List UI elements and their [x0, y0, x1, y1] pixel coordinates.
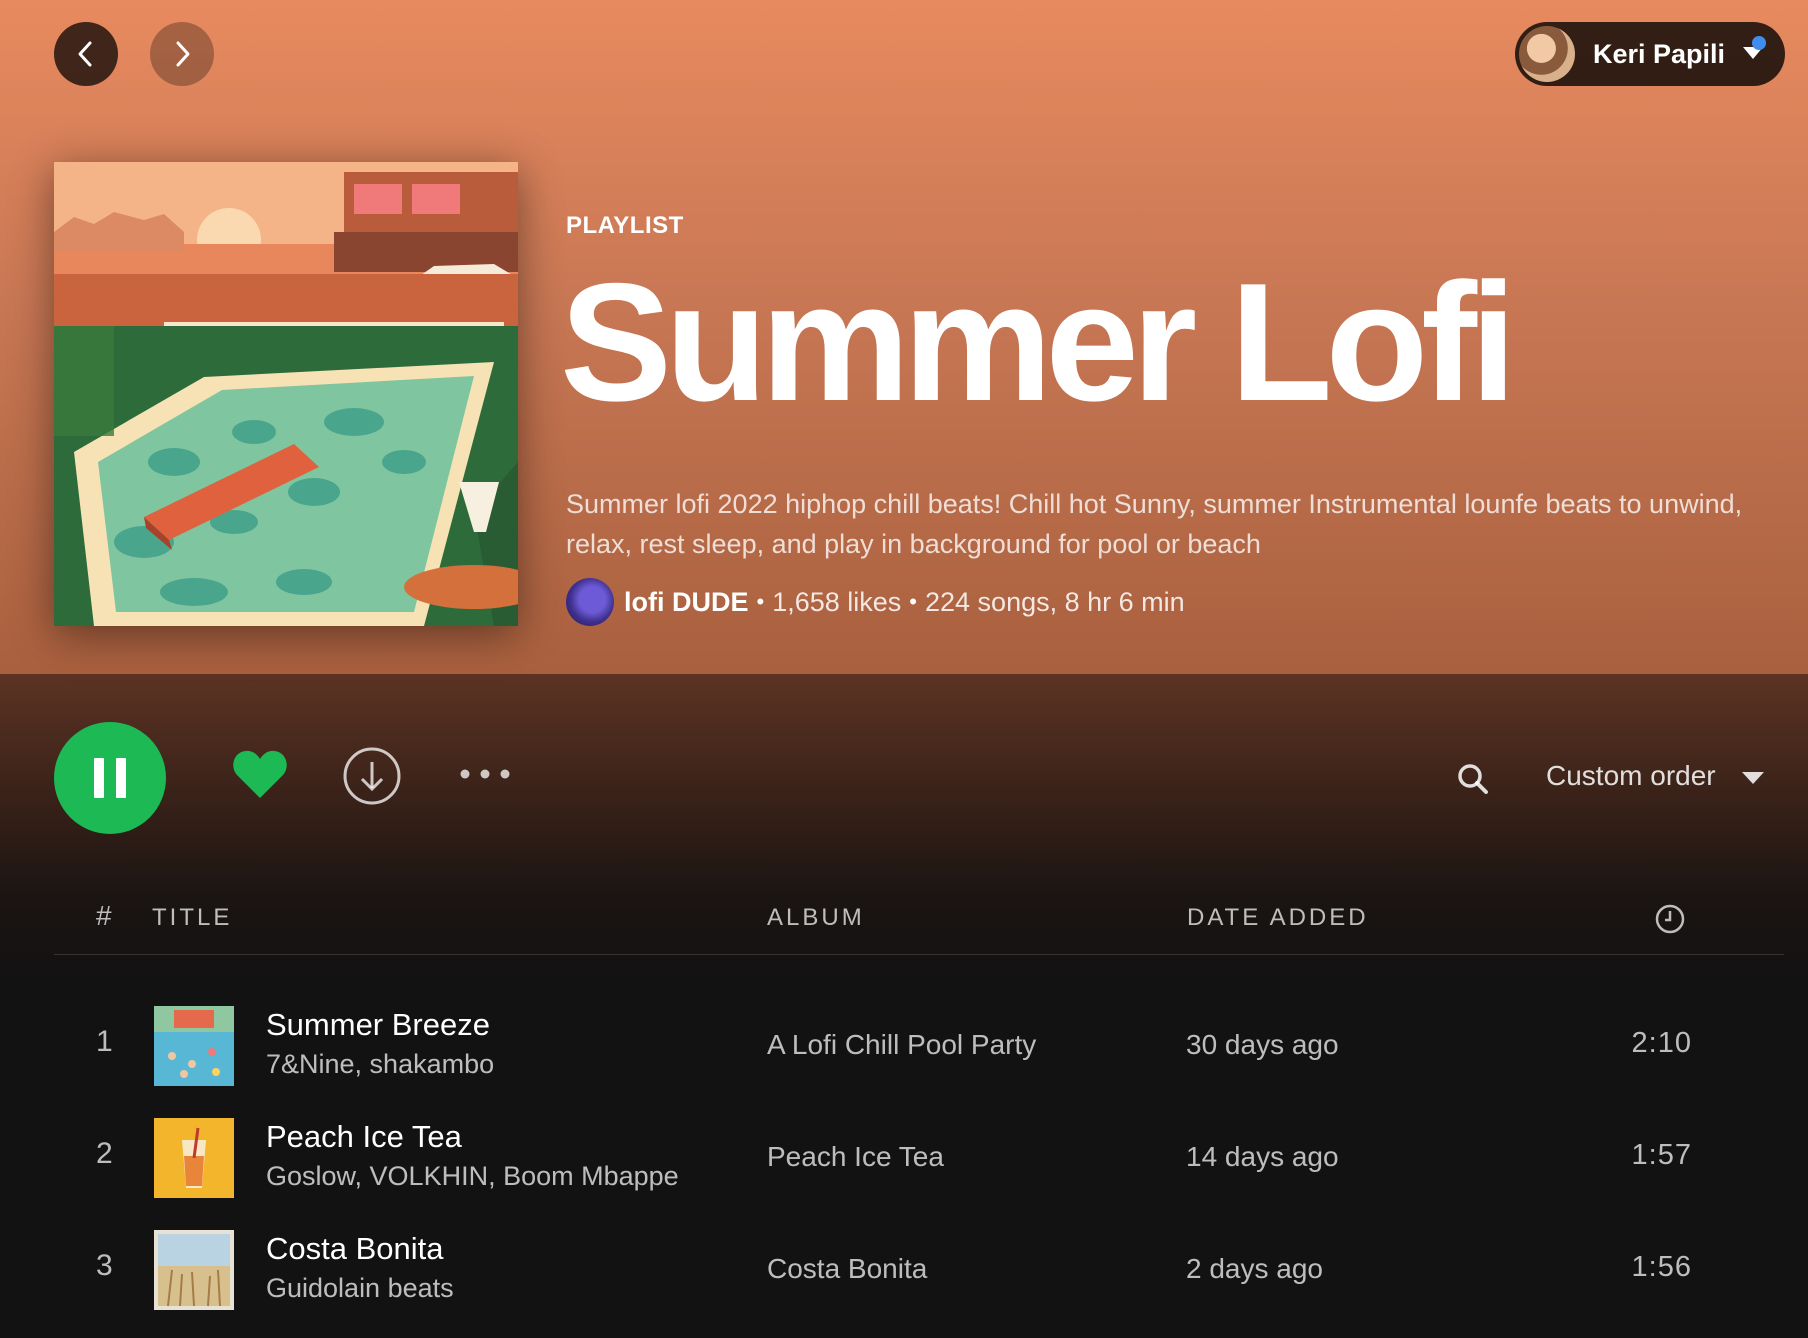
- track-duration: 1:57: [1631, 1139, 1692, 1171]
- table-row[interactable]: 1 Summer Breeze 7&Nine, shakambo A Lofi …: [54, 1001, 1784, 1091]
- notification-dot: [1752, 36, 1766, 50]
- playlist-meta: lofi DUDE • 1,658 likes • 224 songs, 8 h…: [566, 578, 1185, 626]
- column-header-title[interactable]: TITLE: [152, 904, 232, 932]
- download-icon[interactable]: [342, 746, 402, 806]
- playlist-cover-image: [54, 162, 518, 626]
- playlist-description: Summer lofi 2022 hiphop chill beats! Chi…: [566, 489, 1743, 559]
- likes-count: 1,658 likes: [772, 586, 902, 617]
- track-title[interactable]: Costa Bonita: [266, 1231, 444, 1267]
- track-album[interactable]: Costa Bonita: [767, 1253, 927, 1285]
- track-artists[interactable]: Goslow, VOLKHIN, Boom Mbappe: [266, 1161, 679, 1192]
- table-row[interactable]: 2 Peach Ice Tea Goslow, VOLKHIN, Boom Mb…: [54, 1113, 1784, 1203]
- forward-button[interactable]: [150, 22, 214, 86]
- songs-duration: 224 songs, 8 hr 6 min: [925, 586, 1185, 617]
- track-album[interactable]: A Lofi Chill Pool Party: [767, 1029, 1036, 1061]
- track-title[interactable]: Peach Ice Tea: [266, 1119, 462, 1155]
- column-header-album[interactable]: ALBUM: [767, 904, 865, 932]
- track-artwork: [154, 1118, 234, 1198]
- track-duration: 1:56: [1631, 1251, 1692, 1283]
- chevron-left-icon: [78, 41, 92, 67]
- more-icon[interactable]: [458, 764, 512, 784]
- column-header-date-added[interactable]: DATE ADDED: [1187, 904, 1369, 932]
- clock-icon: [1655, 904, 1685, 934]
- track-number: 1: [96, 1025, 113, 1058]
- search-icon[interactable]: [1456, 762, 1490, 796]
- meta-separator: •: [909, 589, 917, 614]
- page-title: Summer Lofi: [560, 248, 1517, 436]
- caret-down-icon[interactable]: [1742, 772, 1764, 786]
- track-artwork: [154, 1230, 234, 1310]
- sort-dropdown[interactable]: Custom order: [1546, 760, 1716, 792]
- user-menu-button[interactable]: Keri Papili: [1515, 22, 1785, 86]
- track-number: 3: [96, 1249, 113, 1282]
- owner-link[interactable]: lofi DUDE: [624, 587, 749, 618]
- track-title[interactable]: Summer Breeze: [266, 1007, 490, 1043]
- heart-icon[interactable]: [232, 748, 288, 800]
- track-date-added: 14 days ago: [1186, 1141, 1339, 1172]
- track-album[interactable]: Peach Ice Tea: [767, 1141, 944, 1173]
- track-artwork: [154, 1006, 234, 1086]
- track-number: 2: [96, 1137, 113, 1170]
- back-button[interactable]: [54, 22, 118, 86]
- column-header-number: #: [96, 900, 112, 931]
- pause-icon: [94, 758, 126, 798]
- pause-button[interactable]: [54, 722, 166, 834]
- chevron-right-icon: [176, 41, 190, 67]
- avatar: [1519, 26, 1575, 82]
- track-artists[interactable]: Guidolain beats: [266, 1273, 454, 1304]
- user-name: Keri Papili: [1593, 38, 1726, 69]
- header-divider: [54, 954, 1784, 955]
- track-duration: 2:10: [1631, 1027, 1692, 1059]
- playlist-type-label: PLAYLIST: [566, 212, 684, 239]
- track-date-added: 30 days ago: [1186, 1029, 1339, 1060]
- track-date-added: 2 days ago: [1186, 1253, 1323, 1284]
- table-row[interactable]: 3 Costa Bonita Guidolain beats Costa Bon…: [54, 1225, 1784, 1315]
- owner-avatar[interactable]: [566, 578, 614, 626]
- meta-separator: •: [756, 589, 765, 614]
- track-artists[interactable]: 7&Nine, shakambo: [266, 1049, 494, 1080]
